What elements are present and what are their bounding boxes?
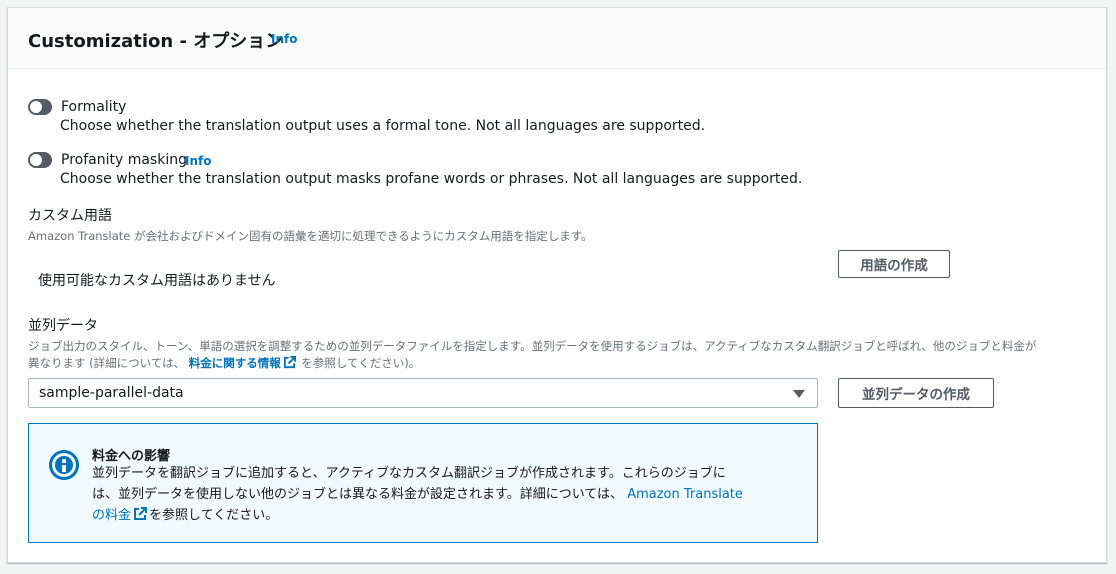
external-link-icon [283, 356, 296, 369]
pricing-impact-alert: 料金への影響 並列データを翻訳ジョブに追加すると、アクティブなカスタム翻訳ジョブ… [28, 423, 818, 543]
toggle-knob [30, 154, 42, 166]
panel-title: Customization - オプション [28, 31, 284, 52]
formality-label: Formality [61, 99, 127, 115]
panel-header: Customization - オプション Info [8, 8, 1106, 69]
alert-title: 料金への影響 [92, 449, 171, 464]
toggle-knob [30, 101, 42, 113]
profanity-info-link[interactable]: Info [185, 154, 211, 168]
pricing-link-text: の料金 [92, 508, 132, 523]
alert-body-line1: 並列データを翻訳ジョブに追加すると、アクティブなカスタム翻訳ジョブが作成されます… [92, 466, 726, 481]
custom-terminology-empty-text: 使用可能なカスタム用語はありません [38, 273, 276, 289]
create-terminology-button[interactable]: 用語の作成 [838, 250, 950, 278]
profanity-toggle[interactable] [28, 152, 52, 168]
alert-body-suffix: を参照してください。 [149, 508, 279, 523]
parallel-data-description-line1: ジョブ出力のスタイル、トーン、単語の選択を調整するための並列データファイルを指定… [28, 339, 1037, 353]
parallel-data-label: 並列データ [28, 318, 98, 334]
info-icon [49, 450, 79, 480]
parallel-data-description: ジョブ出力のスタイル、トーン、単語の選択を調整するための並列データファイルを指定… [28, 338, 1098, 372]
custom-terminology-description: Amazon Translate が会社およびドメイン固有の語彙を適切に処理でき… [28, 229, 593, 243]
formality-toggle[interactable] [28, 99, 52, 115]
caret-down-icon [793, 390, 805, 398]
header-info-link[interactable]: Info [271, 32, 297, 46]
profanity-label: Profanity masking [61, 152, 187, 168]
description-prefix: 異なります (詳細については、 [28, 356, 186, 370]
parallel-data-select[interactable]: sample-parallel-data [28, 378, 818, 408]
create-parallel-data-button[interactable]: 並列データの作成 [838, 378, 994, 408]
pricing-info-link[interactable]: 料金に関する情報 [189, 356, 298, 370]
profanity-description: Choose whether the translation output ma… [60, 171, 803, 187]
pricing-info-link-text: 料金に関する情報 [188, 356, 281, 370]
external-link-icon [134, 507, 148, 520]
parallel-data-description-line2: 異なります (詳細については、 料金に関する情報 を参照してください)。 [28, 355, 1098, 372]
description-suffix: を参照してください)。 [301, 356, 421, 370]
customization-panel: Customization - オプション Info Formality Cho… [7, 7, 1107, 563]
alert-body-line3: の料金 を参照してください。 [92, 505, 792, 526]
parallel-data-selected-value: sample-parallel-data [39, 385, 184, 401]
pricing-link[interactable]: の料金 [92, 507, 149, 523]
alert-body: 並列データを翻訳ジョブに追加すると、アクティブなカスタム翻訳ジョブが作成されます… [92, 463, 792, 526]
amazon-translate-link[interactable]: Amazon Translate [627, 487, 743, 502]
alert-body-line2: は、並列データを使用しない他のジョブとは異なる料金が設定されます。詳細については… [92, 484, 792, 505]
custom-terminology-label: カスタム用語 [28, 208, 112, 224]
alert-body-line2-text: は、並列データを使用しない他のジョブとは異なる料金が設定されます。詳細については… [92, 487, 624, 502]
formality-description: Choose whether the translation output us… [60, 118, 706, 134]
